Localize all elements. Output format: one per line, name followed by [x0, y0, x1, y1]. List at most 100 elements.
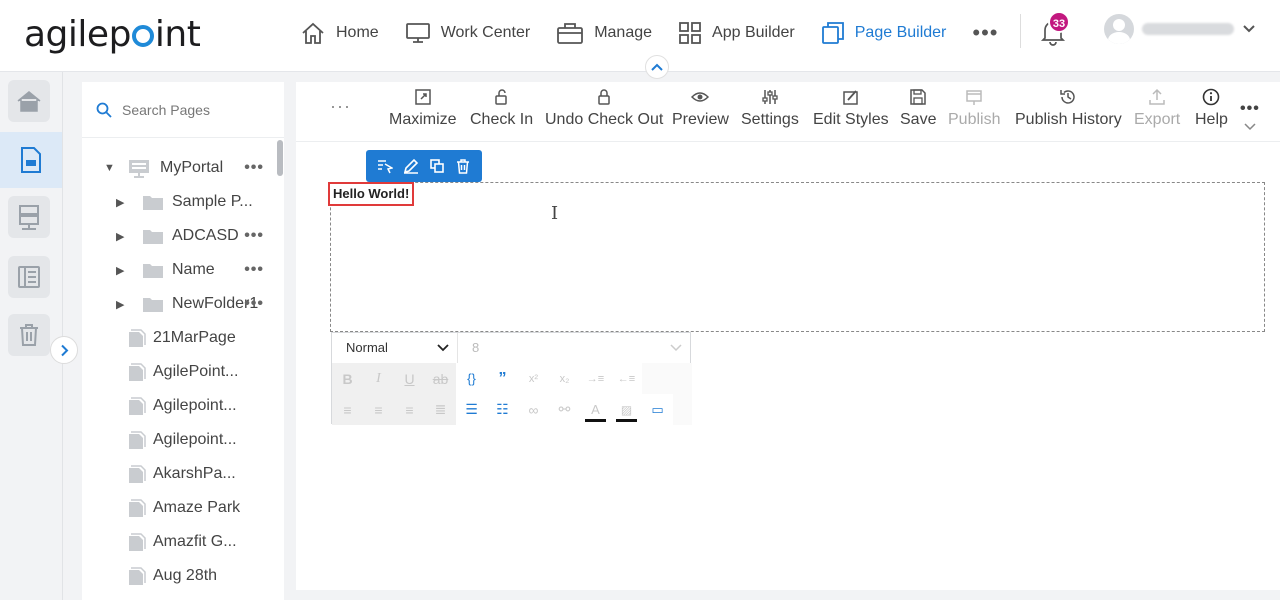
nav-page-builder[interactable]: Page Builder	[821, 21, 946, 45]
list-icon	[18, 266, 40, 288]
image-icon[interactable]: ▭	[642, 394, 673, 425]
preview-button[interactable]: Preview	[672, 88, 729, 129]
nav-more-button[interactable]: •••	[972, 20, 998, 46]
pencil-icon[interactable]	[403, 158, 419, 174]
help-button[interactable]: Help	[1195, 88, 1228, 129]
tree-page-item[interactable]: AgilePoint...	[82, 355, 284, 389]
tree-folder-item[interactable]: ▶ NewFolder1 •••	[82, 287, 284, 321]
tree-page-item[interactable]: Amazfit G...	[82, 525, 284, 559]
hello-world-text[interactable]: Hello World!	[328, 182, 415, 206]
search-icon	[96, 102, 112, 118]
rail-server[interactable]	[8, 196, 50, 238]
link-icon[interactable]: ∞	[518, 394, 549, 425]
tree-root-more[interactable]: •••	[244, 159, 264, 177]
folder-icon	[143, 230, 163, 244]
align-justify-icon[interactable]: ≣	[425, 394, 456, 425]
page-canvas-area: ··· Maximize Check In Undo Check Out Pre…	[296, 82, 1280, 590]
save-button[interactable]: Save	[900, 88, 936, 129]
delete-icon[interactable]	[455, 158, 471, 174]
rail-home[interactable]	[8, 80, 50, 122]
indent-icon[interactable]: →≡	[580, 363, 611, 394]
collapsed-caret-icon[interactable]: ▶	[116, 230, 128, 243]
nav-manage[interactable]: Manage	[556, 21, 652, 45]
nav-home[interactable]: Home	[300, 21, 379, 45]
bold-icon[interactable]: B	[332, 363, 363, 394]
align-center-icon[interactable]: ≡	[363, 394, 394, 425]
toolbar-overflow-left[interactable]: ···	[330, 96, 351, 117]
code-block-icon[interactable]: {}	[456, 363, 487, 394]
nav-app-builder[interactable]: App Builder	[678, 21, 795, 45]
outdent-icon[interactable]: ←≡	[611, 363, 642, 394]
text-color-icon[interactable]: A	[580, 394, 611, 425]
tree-item-more[interactable]: •••	[244, 295, 264, 313]
select-parent-icon[interactable]	[377, 158, 393, 174]
tree-page-item[interactable]: 21MarPage	[82, 321, 284, 355]
unlink-icon[interactable]: ⚯	[549, 394, 580, 425]
text-cursor: I	[551, 203, 559, 224]
collapsed-caret-icon[interactable]: ▶	[116, 298, 128, 311]
nav-work-center-label: Work Center	[440, 24, 531, 41]
tree-item-more[interactable]: •••	[244, 261, 264, 279]
agilepoint-logo[interactable]: agilep int	[24, 14, 201, 55]
collapse-header-button[interactable]	[645, 55, 669, 79]
subscript-icon[interactable]: x₂	[549, 363, 580, 394]
expand-rail-button[interactable]	[50, 336, 78, 364]
home-icon	[302, 22, 324, 44]
rail-pages[interactable]	[0, 132, 62, 188]
maximize-button[interactable]: Maximize	[389, 88, 457, 129]
publish-button[interactable]: Publish	[948, 88, 1000, 129]
tree-folder-item[interactable]: ▶ ADCASD •••	[82, 219, 284, 253]
copy-icon[interactable]	[429, 158, 445, 174]
tree-item-more[interactable]: •••	[244, 227, 264, 245]
chevron-right-icon	[60, 344, 68, 356]
tree-root-label: MyPortal	[160, 159, 224, 176]
blockquote-icon[interactable]: ”	[487, 363, 518, 394]
settings-button[interactable]: Settings	[741, 88, 799, 129]
collapsed-caret-icon[interactable]: ▶	[116, 196, 128, 209]
align-left-icon[interactable]: ≡	[332, 394, 363, 425]
italic-icon[interactable]: I	[363, 363, 394, 394]
control-actions-toolbar	[366, 150, 482, 182]
tree-page-item[interactable]: AkarshPa...	[82, 457, 284, 491]
user-menu[interactable]	[1104, 14, 1256, 44]
underline-icon[interactable]: U	[394, 363, 425, 394]
check-in-button[interactable]: Check In	[470, 88, 533, 129]
rail-trash[interactable]	[8, 314, 50, 356]
undo-check-out-button[interactable]: Undo Check Out	[545, 88, 663, 129]
background-color-icon[interactable]: ▨	[611, 394, 642, 425]
numbered-list-icon[interactable]: ☷	[487, 394, 518, 425]
publish-history-button[interactable]: Publish History	[1015, 88, 1122, 129]
chevron-down-icon	[1244, 123, 1256, 131]
rail-list[interactable]	[8, 256, 50, 298]
nav-work-center[interactable]: Work Center	[405, 21, 531, 45]
nav-manage-label: Manage	[594, 24, 653, 41]
expanded-caret-icon[interactable]: ▼	[104, 162, 116, 174]
rich-text-region[interactable]: Hello World! I	[328, 182, 1265, 332]
tree-item-label: Agilepoint...	[153, 431, 237, 448]
tree-folder-item[interactable]: ▶ Sample P...	[82, 185, 284, 219]
tree-page-item[interactable]: Aug 28th	[82, 559, 284, 593]
toolbar-more-button[interactable]: •••	[1240, 100, 1280, 136]
export-button[interactable]: Export	[1134, 88, 1180, 129]
search-input[interactable]	[122, 101, 272, 118]
collapsed-caret-icon[interactable]: ▶	[116, 264, 128, 277]
page-icon	[129, 329, 146, 347]
page-doc-icon	[21, 147, 41, 173]
font-size-select[interactable]: 8	[458, 333, 690, 363]
tree-page-item[interactable]: Agilepoint...	[82, 389, 284, 423]
bullet-list-icon[interactable]: ☰	[456, 394, 487, 425]
edit-styles-button[interactable]: Edit Styles	[813, 88, 889, 129]
folder-icon	[143, 196, 163, 210]
tree-item-label: Amazfit G...	[153, 533, 237, 550]
eye-icon	[691, 92, 710, 102]
align-right-icon[interactable]: ≡	[394, 394, 425, 425]
superscript-icon[interactable]: x²	[518, 363, 549, 394]
notification-badge[interactable]: 33	[1048, 11, 1070, 33]
tree-root[interactable]: ▼ MyPortal •••	[82, 151, 284, 185]
strikethrough-icon[interactable]: ab	[425, 363, 456, 394]
tree-page-item[interactable]: Amaze Park	[82, 491, 284, 525]
tree-folder-item[interactable]: ▶ Name •••	[82, 253, 284, 287]
tree-scrollbar[interactable]	[277, 140, 283, 176]
tree-page-item[interactable]: Agilepoint...	[82, 423, 284, 457]
paragraph-style-select[interactable]: Normal	[332, 333, 458, 363]
